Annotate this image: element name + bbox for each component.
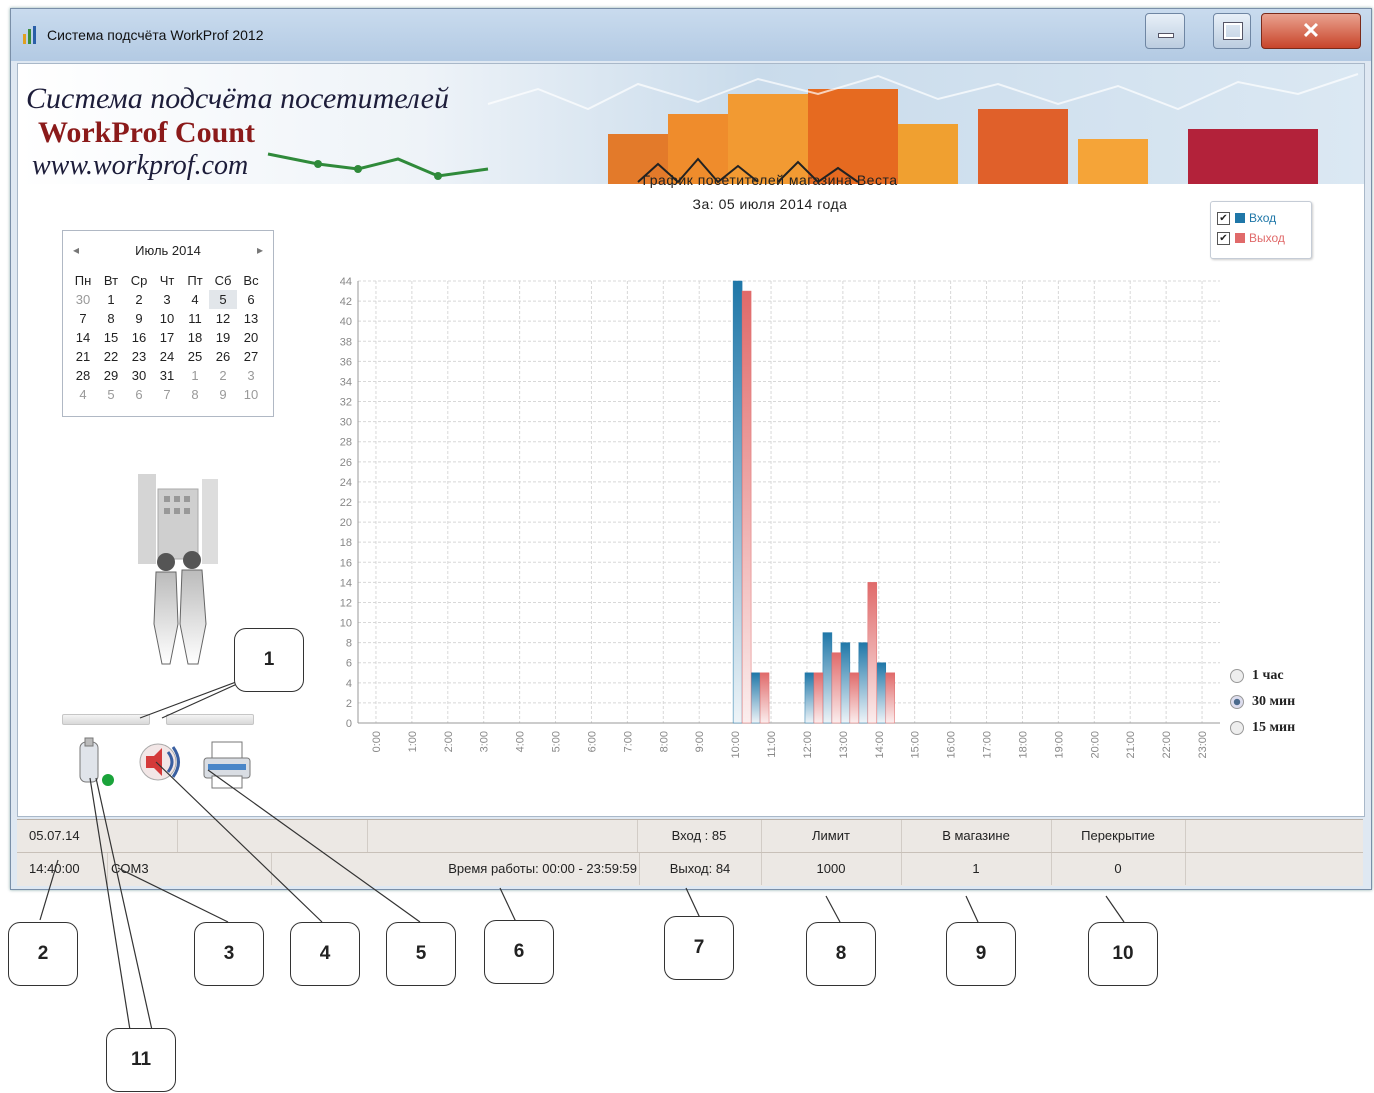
callout-4: 4 [290,922,360,986]
callout-2: 2 [8,922,78,986]
callout-7: 7 [664,916,734,980]
callout-3: 3 [194,922,264,986]
callout-11: 11 [106,1028,176,1092]
callout-10: 10 [1088,922,1158,986]
callout-1: 1 [234,628,304,692]
callout-8: 8 [806,922,876,986]
callout-6: 6 [484,920,554,984]
callout-5: 5 [386,922,456,986]
callout-9: 9 [946,922,1016,986]
